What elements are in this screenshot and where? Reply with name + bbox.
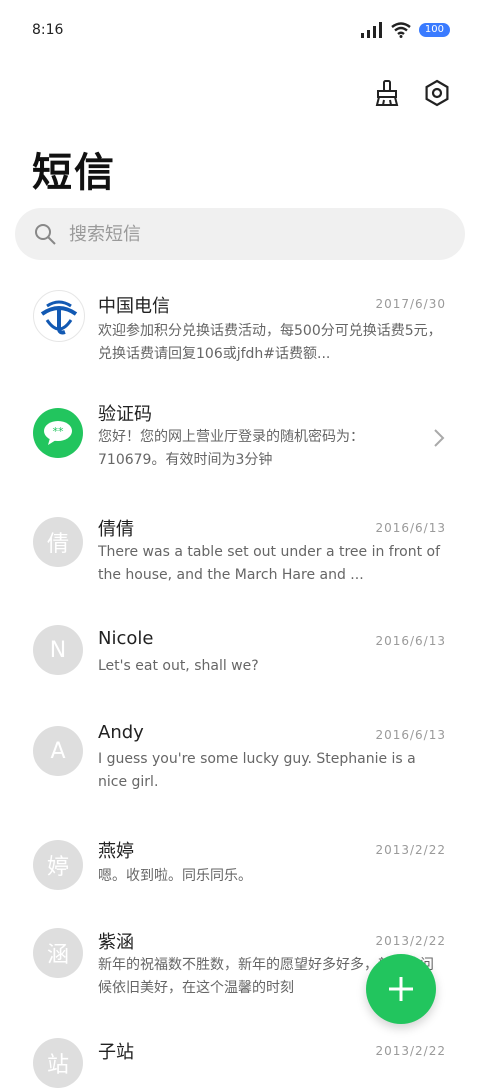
top-actions bbox=[372, 78, 452, 108]
page-title: 短信 bbox=[32, 150, 116, 196]
chevron-right-icon[interactable] bbox=[432, 428, 446, 448]
message-item-nicole[interactable]: N Nicole 2016/6/13 Let's eat out, shall … bbox=[0, 610, 480, 710]
message-preview: 欢迎参加积分兑换话费活动，每500分可兑换话费5元，兑换话费请回复106或jfd… bbox=[98, 323, 442, 362]
avatar-yanting: 婷 bbox=[33, 840, 83, 890]
avatar-china-telecom bbox=[33, 290, 85, 342]
message-date: 2016/6/13 bbox=[375, 521, 446, 535]
message-preview: 嗯。收到啦。同乐同乐。 bbox=[98, 868, 252, 884]
gear-icon bbox=[425, 79, 449, 107]
avatar-zihan: 涵 bbox=[33, 928, 83, 978]
message-name: 中国电信 bbox=[98, 296, 170, 317]
new-message-button[interactable] bbox=[366, 954, 436, 1024]
status-bar: 8:16 100 bbox=[0, 0, 480, 60]
clean-button[interactable] bbox=[372, 78, 402, 108]
status-time: 8:16 bbox=[32, 22, 64, 38]
avatar-andy: A bbox=[33, 726, 83, 776]
broom-icon bbox=[375, 80, 399, 106]
avatar-verification-code: ** bbox=[33, 408, 83, 458]
message-name: 紫涵 bbox=[98, 932, 134, 953]
message-item-yanting[interactable]: 婷 燕婷 2013/2/22 嗯。收到啦。同乐同乐。 bbox=[0, 815, 480, 910]
china-telecom-logo-icon bbox=[40, 300, 78, 335]
message-item-andy[interactable]: A Andy 2016/6/13 I guess you're some luc… bbox=[0, 710, 480, 815]
wifi-icon bbox=[391, 22, 411, 38]
message-name: 倩倩 bbox=[98, 519, 134, 540]
message-item-china-telecom[interactable]: 中国电信 2017/6/30 欢迎参加积分兑换话费活动，每500分可兑换话费5元… bbox=[0, 270, 480, 380]
message-preview: There was a table set out under a tree i… bbox=[98, 544, 441, 583]
message-name: Nicole bbox=[98, 628, 154, 649]
avatar-text: ** bbox=[53, 425, 65, 438]
search-icon bbox=[35, 224, 56, 245]
message-preview: I guess you're some lucky guy. Stephanie… bbox=[98, 751, 416, 790]
status-icons: 100 bbox=[360, 22, 450, 38]
message-date: 2016/6/13 bbox=[375, 728, 446, 742]
message-name: 验证码 bbox=[98, 404, 152, 425]
message-item-verification-code[interactable]: ** 验证码 您好！您的网上营业厅登录的随机密码为：710679。有效时间为3分… bbox=[0, 380, 480, 495]
battery-level: 100 bbox=[424, 24, 444, 35]
message-date: 2013/2/22 bbox=[375, 1044, 446, 1058]
settings-button[interactable] bbox=[422, 78, 452, 108]
message-date: 2016/6/13 bbox=[375, 634, 446, 648]
battery-icon: 100 bbox=[418, 23, 450, 37]
message-date: 2013/2/22 bbox=[375, 934, 446, 948]
message-name: 子站 bbox=[98, 1042, 134, 1063]
avatar-qianqian: 倩 bbox=[33, 517, 83, 567]
message-date: 2013/2/22 bbox=[375, 843, 446, 857]
message-name: 燕婷 bbox=[98, 841, 134, 862]
chat-bubble-icon: ** bbox=[44, 421, 72, 445]
message-item-qianqian[interactable]: 倩 倩倩 2016/6/13 There was a table set out… bbox=[0, 495, 480, 610]
message-preview: Let's eat out, shall we? bbox=[98, 658, 259, 674]
avatar-nicole: N bbox=[33, 625, 83, 675]
plus-icon bbox=[389, 977, 413, 1001]
message-date: 2017/6/30 bbox=[375, 297, 446, 311]
signal-icon bbox=[360, 22, 382, 38]
message-preview: 您好！您的网上营业厅登录的随机密码为：710679。有效时间为3分钟 bbox=[98, 429, 364, 468]
message-name: Andy bbox=[98, 722, 144, 743]
search-input[interactable] bbox=[67, 222, 431, 246]
message-item-zizhan[interactable]: 站 子站 2013/2/22 bbox=[0, 1020, 480, 1088]
search-bar[interactable] bbox=[15, 208, 465, 260]
avatar-zizhan: 站 bbox=[33, 1038, 83, 1088]
